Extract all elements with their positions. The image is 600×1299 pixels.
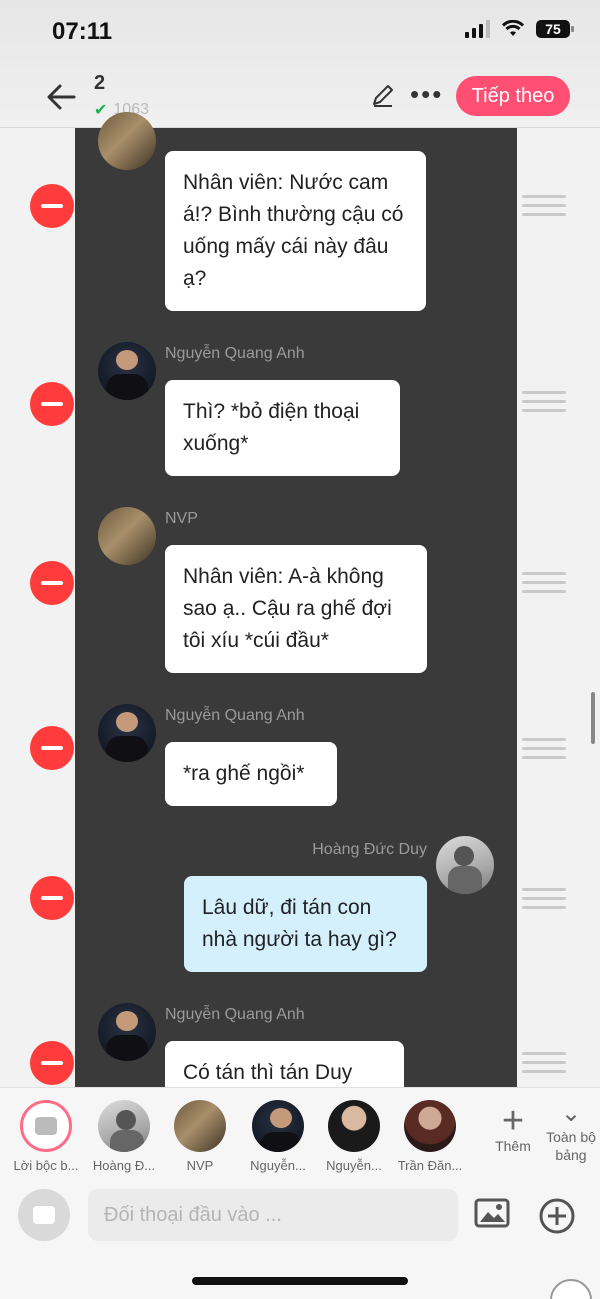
character-nguyen-2[interactable]: Nguyễn... bbox=[316, 1100, 392, 1173]
drag-handle[interactable] bbox=[522, 391, 566, 413]
sender-name: Nguyễn Quang Anh bbox=[165, 1006, 305, 1023]
character-avatar bbox=[252, 1100, 304, 1152]
drag-handle[interactable] bbox=[522, 888, 566, 910]
edit-button[interactable] bbox=[370, 82, 396, 108]
avatar-hoang-duc-duy[interactable] bbox=[436, 836, 494, 894]
more-options-button[interactable]: ••• bbox=[410, 81, 443, 107]
image-icon[interactable] bbox=[474, 1197, 510, 1229]
status-icons: 75 bbox=[465, 20, 574, 38]
character-narration[interactable]: Lời bộc b... bbox=[8, 1100, 84, 1173]
add-character-button[interactable]: + Thêm bbox=[488, 1100, 538, 1154]
avatar-nguyen-quang-anh[interactable] bbox=[98, 1003, 156, 1061]
add-character-label: Thêm bbox=[495, 1138, 531, 1154]
character-label: Hoàng Đ... bbox=[92, 1158, 156, 1173]
home-indicator bbox=[192, 1277, 408, 1285]
scroll-up-button[interactable] bbox=[550, 1279, 592, 1299]
top-bar: 07:11 75 2 ✔ 1063 ••• Tiếp theo bbox=[0, 0, 600, 128]
character-label: Trần Đăn... bbox=[397, 1158, 463, 1173]
character-avatar bbox=[328, 1100, 380, 1152]
narration-icon bbox=[20, 1100, 72, 1152]
scrollbar[interactable] bbox=[591, 692, 595, 744]
character-label: NVP bbox=[186, 1158, 214, 1173]
character-avatar bbox=[404, 1100, 456, 1152]
character-nvp[interactable]: NVP bbox=[162, 1100, 238, 1173]
delete-message-button[interactable] bbox=[30, 1041, 74, 1085]
avatar-nvp[interactable] bbox=[98, 507, 156, 565]
message-bubble[interactable]: Nhân viên: A-à không sao ạ.. Cậu ra ghế … bbox=[165, 545, 427, 673]
status-time: 07:11 bbox=[52, 18, 113, 45]
episode-title: 2 bbox=[94, 72, 106, 94]
right-gutter bbox=[517, 128, 600, 1087]
full-board-label: Toàn bộ bảng bbox=[546, 1129, 596, 1163]
sender-name: Nguyễn Quang Anh bbox=[165, 345, 305, 362]
full-board-button[interactable]: ⌄ Toàn bộ bảng bbox=[540, 1100, 600, 1164]
back-button[interactable] bbox=[44, 80, 78, 114]
character-tran-dang[interactable]: Trần Đăn... bbox=[392, 1100, 468, 1173]
delete-message-button[interactable] bbox=[30, 726, 74, 770]
sender-name: NVP bbox=[165, 510, 198, 527]
character-nguyen-quang-anh[interactable]: Nguyễn... bbox=[240, 1100, 316, 1173]
check-icon: ✔ bbox=[94, 102, 108, 119]
avatar-nguyen-quang-anh[interactable] bbox=[98, 704, 156, 762]
next-button[interactable]: Tiếp theo bbox=[456, 76, 570, 116]
chevron-down-icon: ⌄ bbox=[560, 1100, 582, 1127]
add-button[interactable] bbox=[538, 1197, 576, 1235]
battery-indicator: 75 bbox=[536, 20, 574, 38]
dialogue-input[interactable] bbox=[88, 1189, 458, 1241]
avatar-nguyen-quang-anh[interactable] bbox=[98, 342, 156, 400]
message-bubble[interactable]: Nhân viên: Nước cam á!? Bình thường cậu … bbox=[165, 151, 426, 311]
message-bubble[interactable]: Lâu dữ, đi tán con nhà người ta hay gì? bbox=[184, 876, 427, 972]
left-gutter bbox=[0, 128, 75, 1087]
avatar-nvp[interactable] bbox=[98, 112, 156, 170]
delete-message-button[interactable] bbox=[30, 561, 74, 605]
drag-handle[interactable] bbox=[522, 738, 566, 760]
drag-handle[interactable] bbox=[522, 572, 566, 594]
character-avatar bbox=[174, 1100, 226, 1152]
drag-handle[interactable] bbox=[522, 1052, 566, 1074]
input-bar bbox=[0, 1179, 600, 1299]
character-label: Lời bộc b... bbox=[13, 1158, 79, 1173]
message-type-button[interactable] bbox=[18, 1189, 70, 1241]
message-bubble[interactable]: Có tán thì tán Duy bbox=[165, 1041, 404, 1087]
delete-message-button[interactable] bbox=[30, 382, 74, 426]
character-hoang-duc-duy[interactable]: Hoàng Đ... bbox=[86, 1100, 162, 1173]
drag-handle[interactable] bbox=[522, 195, 566, 217]
message-bubble[interactable]: Thì? *bỏ điện thoại xuống* bbox=[165, 380, 400, 476]
character-bar: Lời bộc b... Hoàng Đ... NVP Nguyễn... Ng… bbox=[0, 1087, 600, 1179]
signal-icon bbox=[465, 20, 490, 38]
character-avatar bbox=[98, 1100, 150, 1152]
character-label: Nguyễn... bbox=[326, 1158, 382, 1173]
message-bubble[interactable]: *ra ghế ngồi* bbox=[165, 742, 337, 806]
delete-message-button[interactable] bbox=[30, 184, 74, 228]
sender-name: Nguyễn Quang Anh bbox=[165, 707, 305, 724]
plus-icon: + bbox=[501, 1100, 525, 1142]
delete-message-button[interactable] bbox=[30, 876, 74, 920]
character-label: Nguyễn... bbox=[250, 1158, 306, 1173]
wifi-icon bbox=[502, 20, 524, 36]
sender-name: Hoàng Đức Duy bbox=[312, 841, 427, 858]
